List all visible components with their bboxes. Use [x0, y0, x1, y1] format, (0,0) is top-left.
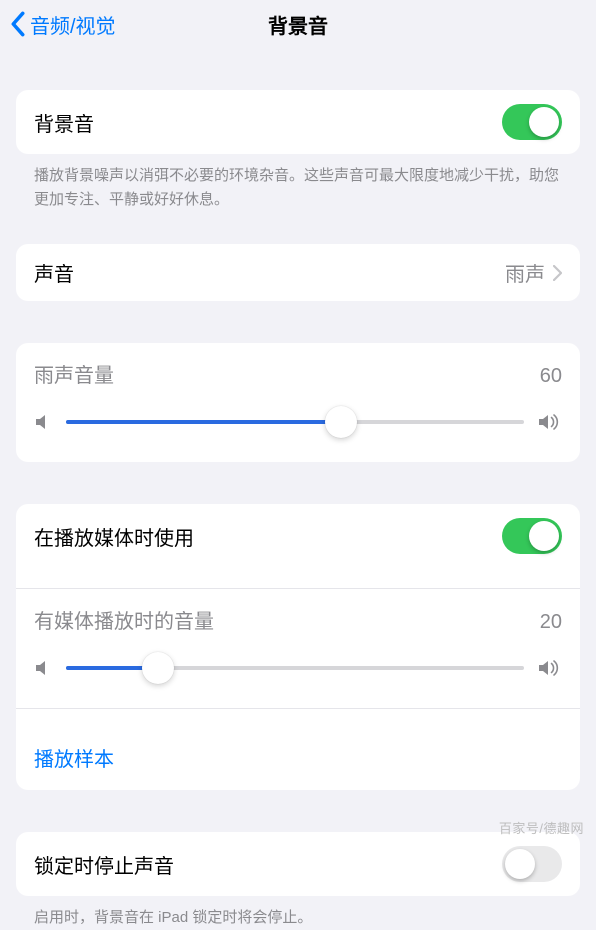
lock-description: 启用时，背景音在 iPad 锁定时将会停止。: [16, 896, 580, 930]
media-group: 在播放媒体时使用 有媒体播放时的音量 20 播放样本: [16, 504, 580, 790]
background-sound-label: 背景音: [34, 108, 502, 137]
rain-volume-slider[interactable]: [66, 406, 524, 438]
volume-low-icon: [34, 659, 52, 677]
media-volume-label: 有媒体播放时的音量: [34, 605, 540, 634]
media-volume-value: 20: [540, 611, 562, 634]
volume-high-icon: [538, 659, 562, 677]
rain-volume-group: 雨声音量 60: [16, 343, 580, 462]
background-sound-row: 背景音: [16, 90, 580, 154]
use-with-media-label: 在播放媒体时使用: [34, 522, 502, 551]
chevron-left-icon: [10, 11, 26, 37]
use-with-media-row: 在播放媒体时使用: [34, 504, 562, 568]
navbar: 音频/视觉 背景音: [0, 0, 596, 48]
lock-group: 锁定时停止声音: [16, 832, 580, 896]
sound-row-label: 声音: [34, 258, 505, 287]
volume-low-icon: [34, 413, 52, 431]
sound-row-value: 雨声: [505, 258, 545, 287]
sound-group: 声音 雨声: [16, 244, 580, 301]
background-sound-description: 播放背景噪声以消弭不必要的环境杂音。这些声音可最大限度地减少干扰，助您更加专注、…: [16, 154, 580, 212]
lock-label: 锁定时停止声音: [34, 850, 502, 879]
rain-volume-value: 60: [540, 365, 562, 388]
play-sample-button[interactable]: 播放样本: [34, 725, 562, 790]
media-volume-slider[interactable]: [66, 652, 524, 684]
lock-row: 锁定时停止声音: [16, 832, 580, 896]
lock-toggle[interactable]: [502, 846, 562, 882]
chevron-right-icon: [553, 265, 562, 281]
volume-high-icon: [538, 413, 562, 431]
background-sound-toggle[interactable]: [502, 104, 562, 140]
nav-back-button[interactable]: 音频/视觉: [10, 10, 116, 39]
sound-row[interactable]: 声音 雨声: [16, 244, 580, 301]
nav-back-label: 音频/视觉: [30, 10, 116, 39]
rain-volume-label: 雨声音量: [34, 359, 540, 388]
use-with-media-toggle[interactable]: [502, 518, 562, 554]
background-sound-group: 背景音: [16, 90, 580, 154]
watermark: 百家号/德趣网: [499, 818, 584, 837]
